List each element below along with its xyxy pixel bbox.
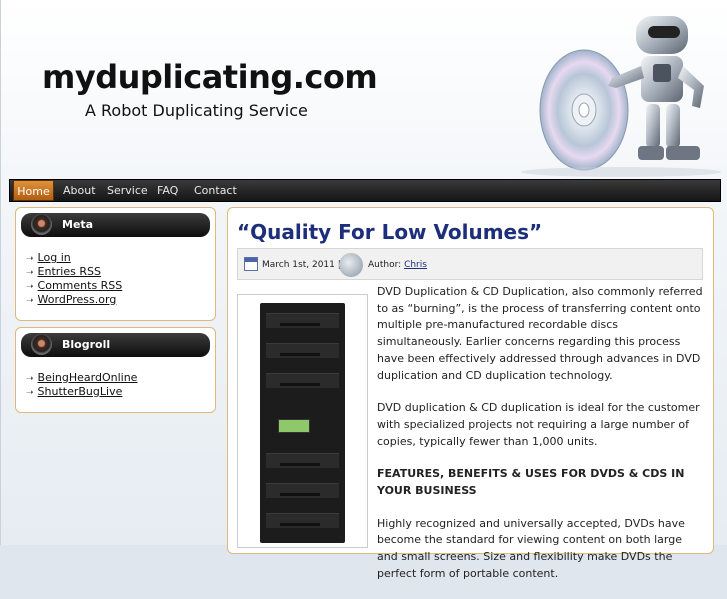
drive-tray xyxy=(280,463,320,466)
drive-bay xyxy=(266,313,339,328)
drive-bay xyxy=(266,373,339,388)
arrow-icon: ➝ xyxy=(26,374,34,384)
beingheardonline-link[interactable]: BeingHeardOnline xyxy=(38,371,138,384)
arrow-icon: ➝ xyxy=(26,254,34,264)
shutterbuglive-link[interactable]: ShutterBugLive xyxy=(38,385,123,398)
login-link[interactable]: Log in xyxy=(38,251,71,264)
disc-icon xyxy=(31,214,52,235)
list-item: ➝ BeingHeardOnline xyxy=(26,371,137,385)
author-avatar xyxy=(339,253,363,277)
post-paragraph: Highly recognized and universally accept… xyxy=(377,516,685,580)
drive-tray xyxy=(280,353,320,356)
drive-tray xyxy=(280,493,320,496)
post-paragraph: DVD duplication & CD duplication is idea… xyxy=(377,401,700,448)
site-tagline: A Robot Duplicating Service xyxy=(85,101,308,120)
lcd-panel xyxy=(278,419,310,433)
widget-title: Blogroll xyxy=(62,338,111,351)
dvd-duplicator-image xyxy=(237,294,368,548)
post-container: “Quality For Low Volumes” March 1st, 201… xyxy=(227,207,714,580)
drive-bay xyxy=(266,343,339,358)
arrow-icon: ➝ xyxy=(26,296,34,306)
drive-tray xyxy=(280,323,320,326)
sidebar-meta-widget: Meta ➝ Log in ➝ Entries RSS ➝ Comments RSS … xyxy=(15,207,216,321)
author-label: Author: xyxy=(368,260,402,270)
duplicator-tower xyxy=(260,303,345,543)
post-author: Author: Chris xyxy=(368,260,427,270)
arrow-icon: ➝ xyxy=(26,282,34,292)
drive-tray xyxy=(280,523,320,526)
post-paragraph: DVD Duplication & CD Duplication, also c… xyxy=(377,285,703,382)
nav-faq[interactable]: FAQ xyxy=(157,180,178,201)
comments-rss-link[interactable]: Comments RSS xyxy=(38,279,123,292)
blogroll-links: ➝ BeingHeardOnline ➝ ShutterBugLive xyxy=(26,371,137,399)
drive-tray xyxy=(280,383,320,386)
entries-rss-link[interactable]: Entries RSS xyxy=(38,265,101,278)
features-heading: FEATURES, BENEFITS & USES FOR DVDS & CDS… xyxy=(377,467,685,498)
nav-about[interactable]: About xyxy=(63,180,96,201)
arrow-icon: ➝ xyxy=(26,388,34,398)
widget-title: Meta xyxy=(62,218,94,231)
author-link[interactable]: Chris xyxy=(404,260,427,270)
page: myduplicating.com A Robot Duplicating Se… xyxy=(0,0,727,580)
post-meta: March 1st, 2011 | Author: Chris xyxy=(237,248,703,280)
nav-contact[interactable]: Contact xyxy=(194,180,237,201)
list-item: ➝ ShutterBugLive xyxy=(26,385,137,399)
nav-home[interactable]: Home xyxy=(13,180,54,201)
drive-bay xyxy=(266,483,339,498)
main-nav: Home About Service FAQ Contact xyxy=(9,179,721,202)
drive-bay xyxy=(266,513,339,528)
list-item: ➝ Comments RSS xyxy=(26,279,122,293)
site-title[interactable]: myduplicating.com xyxy=(42,58,378,96)
calendar-icon xyxy=(244,257,258,271)
disc-icon xyxy=(31,334,52,355)
list-item: ➝ Log in xyxy=(26,251,122,265)
robot-disc-illustration xyxy=(521,16,721,177)
post-content: DVD Duplication & CD Duplication, also c… xyxy=(377,284,703,599)
post-date: March 1st, 2011 | xyxy=(262,260,341,270)
widget-header: Blogroll xyxy=(21,333,210,357)
arrow-icon: ➝ xyxy=(26,268,34,278)
post-title[interactable]: “Quality For Low Volumes” xyxy=(237,220,542,244)
nav-service[interactable]: Service xyxy=(107,180,148,201)
meta-links: ➝ Log in ➝ Entries RSS ➝ Comments RSS ➝ Word… xyxy=(26,251,122,307)
sidebar-blogroll-widget: Blogroll ➝ BeingHeardOnline ➝ ShutterBugLi… xyxy=(15,327,216,413)
wordpress-link[interactable]: WordPress.org xyxy=(38,293,117,306)
list-item: ➝ Entries RSS xyxy=(26,265,122,279)
drive-bay xyxy=(266,453,339,468)
widget-header: Meta xyxy=(21,213,210,237)
list-item: ➝ WordPress.org xyxy=(26,293,122,307)
